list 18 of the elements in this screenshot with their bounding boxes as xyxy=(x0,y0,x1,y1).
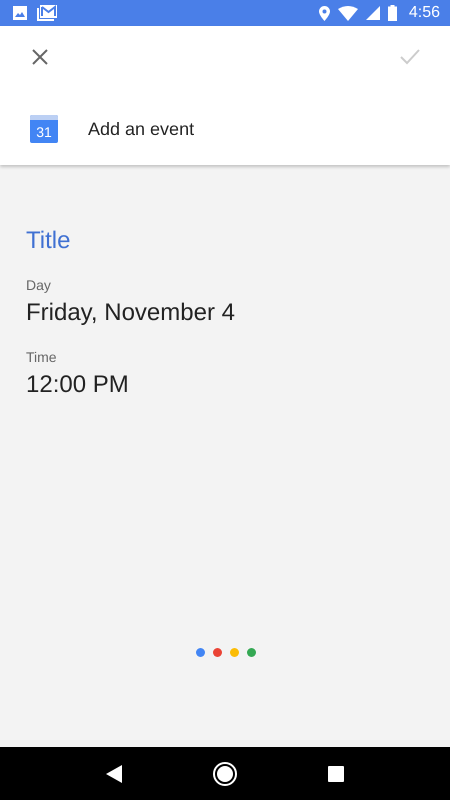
recents-icon[interactable] xyxy=(328,766,344,782)
title-field[interactable]: Title xyxy=(26,227,226,255)
app-title: Add an event xyxy=(88,118,194,140)
field-value[interactable]: 12:00 PM xyxy=(26,371,424,399)
back-icon[interactable] xyxy=(106,764,122,782)
signal-icon xyxy=(366,6,380,20)
wifi-icon xyxy=(338,6,358,20)
close-icon[interactable] xyxy=(32,49,48,65)
field-label: Time xyxy=(26,349,58,365)
field-label: Day xyxy=(26,277,52,293)
battery-icon xyxy=(388,5,397,21)
calendar-icon: 31 xyxy=(30,115,58,143)
mail-icon xyxy=(37,5,57,21)
image-icon xyxy=(13,6,27,20)
home-icon[interactable] xyxy=(212,762,237,786)
location-icon xyxy=(318,6,330,20)
status-time: 4:56 xyxy=(408,4,440,22)
field-value[interactable]: Friday, November 4 xyxy=(26,299,424,327)
